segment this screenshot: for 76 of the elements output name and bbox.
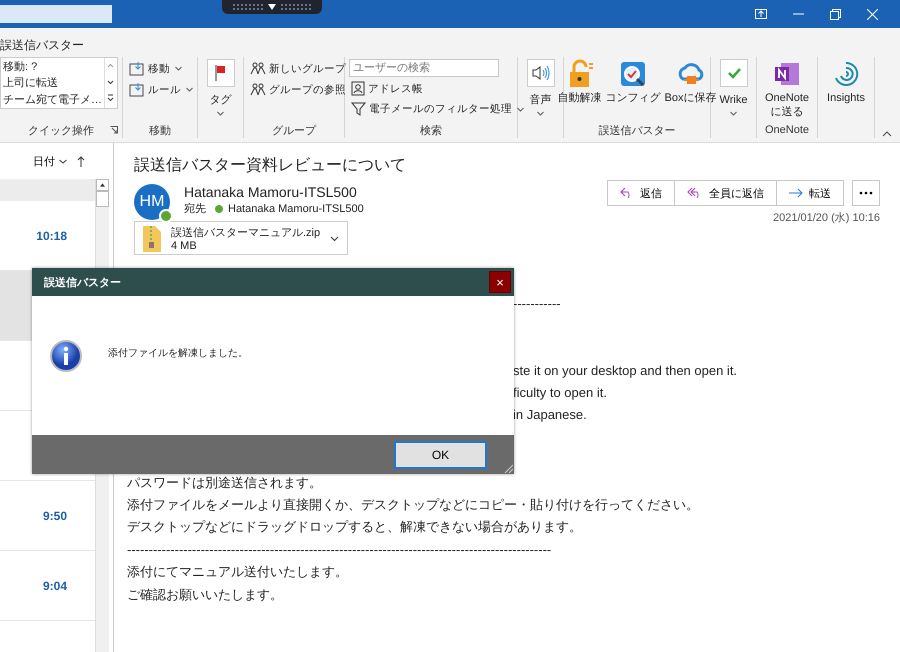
attachment-size: 4 MB xyxy=(171,240,198,252)
filter-icon xyxy=(351,102,366,116)
restore-icon[interactable] xyxy=(830,8,841,20)
flag-icon xyxy=(214,64,228,82)
zip-file-icon xyxy=(143,226,161,252)
ribbon-button[interactable]: コンフィグ xyxy=(604,57,662,122)
resize-grip-icon[interactable] xyxy=(503,463,513,473)
body-text: 添付ファイルをメールより直接開くか、デスクトップなどにコピー・貼り付けを行ってください。 xyxy=(127,497,699,512)
people-icon xyxy=(250,61,266,76)
ribbon-title: 誤送信バスター xyxy=(0,37,85,54)
ok-button[interactable]: OK xyxy=(394,440,487,468)
checkmark-icon xyxy=(726,67,740,79)
minimize-icon[interactable] xyxy=(793,13,804,15)
body-text: ficulty to open it. xyxy=(513,385,607,400)
group-label: クイック操作 xyxy=(28,124,94,138)
dialog-message: 添付ファイルを解凍しました。 xyxy=(108,346,248,360)
body-text: ----------- xyxy=(513,296,561,310)
ribbon-button[interactable]: Insights xyxy=(826,57,866,122)
people-icon xyxy=(250,82,266,97)
sort-direction-icon[interactable] xyxy=(77,156,85,166)
group-label: OneNote xyxy=(764,124,810,136)
group-label: 誤送信バスター xyxy=(598,124,676,138)
body-text: デスクトップなどにドラッグドロップすると、解凍できない場合があります。 xyxy=(127,519,582,534)
ribbon-button[interactable]: Boxに保存 xyxy=(664,57,718,122)
caret-icon xyxy=(59,158,67,164)
ribbon-button[interactable]: 音声 xyxy=(526,57,556,122)
search-field[interactable]: ユーザーの検索 xyxy=(349,59,499,77)
body-text: 添付にてマニュアル送付いたします。 xyxy=(127,564,348,580)
more-icon[interactable] xyxy=(852,180,880,206)
ribbon-button[interactable]: アドレス帳 xyxy=(349,79,425,98)
ribbon-button[interactable]: 移動 xyxy=(127,59,184,78)
group-label: 移動 xyxy=(149,124,171,138)
collapse-ribbon-icon[interactable] xyxy=(882,131,892,137)
presence-icon xyxy=(215,204,223,212)
body-text: ste it on your desktop and then open it. xyxy=(513,362,738,378)
ribbon-button[interactable]: 新しいグループ xyxy=(248,59,348,78)
speaker-waves-icon xyxy=(530,65,550,81)
address-book-icon xyxy=(351,81,365,96)
ribbon-button[interactable]: グループの参照 xyxy=(248,80,348,99)
quick-step-item[interactable]: 移動: ? xyxy=(1,58,104,74)
search-field[interactable] xyxy=(0,5,112,23)
ribbon-button[interactable]: ルール xyxy=(127,80,195,99)
group-label: 検索 xyxy=(420,124,442,138)
sender-name: Hatanaka Mamoru-ITSL500 xyxy=(184,184,358,200)
attachment-card[interactable]: 誤送信バスターマニュアル.zip 4 MB xyxy=(134,221,348,255)
group-label: グループ xyxy=(272,124,316,138)
dialog-launcher-icon[interactable] xyxy=(110,126,118,134)
scroll-up-icon[interactable] xyxy=(96,179,109,191)
ribbon-display-icon[interactable] xyxy=(755,9,767,19)
body-text: パスワードは別途送信されます。 xyxy=(127,474,322,490)
attachment-name: 誤送信バスターマニュアル.zip xyxy=(171,226,320,240)
ribbon-button[interactable]: タグ xyxy=(206,57,236,122)
dialog-title: 誤送信バスター xyxy=(44,276,121,290)
message-subject: 誤送信バスター資料レビューについて xyxy=(134,156,407,176)
forward-icon xyxy=(789,188,803,198)
ribbon-button[interactable]: OneNote に送る xyxy=(764,57,810,122)
avatar: HM xyxy=(134,184,170,220)
body-text: in Japanese. xyxy=(513,407,587,422)
notebook-icon xyxy=(773,60,801,88)
ribbon-button[interactable]: Wrike xyxy=(718,57,748,122)
quick-step-item[interactable]: チーム宛て電子メ… xyxy=(1,92,104,108)
body-text: -------------------------------------------------------------------------------------------------- xyxy=(127,542,552,557)
sort-button[interactable]: 日付 xyxy=(33,154,67,168)
info-icon xyxy=(50,340,82,372)
toolbar-handle[interactable] xyxy=(222,0,322,14)
ribbon-button[interactable]: 自動解凍 xyxy=(556,57,603,122)
chevron-down-icon[interactable] xyxy=(330,236,340,242)
to-label: 宛先 xyxy=(184,202,206,216)
quick-step-item[interactable]: 上司に転送 xyxy=(1,75,104,90)
scrollbar-thumb[interactable] xyxy=(96,191,109,207)
ribbon-button[interactable]: 電子メールのフィルター処理 xyxy=(349,100,526,118)
body-text: ご確認お願いいたします。 xyxy=(127,586,283,602)
close-icon[interactable] xyxy=(867,8,878,20)
recipient-name: Hatanaka Mamoru-ITSL500 xyxy=(228,202,364,214)
close-button[interactable]: × xyxy=(489,271,511,293)
message-date: 2021/01/20 (水) 10:16 xyxy=(772,211,880,225)
